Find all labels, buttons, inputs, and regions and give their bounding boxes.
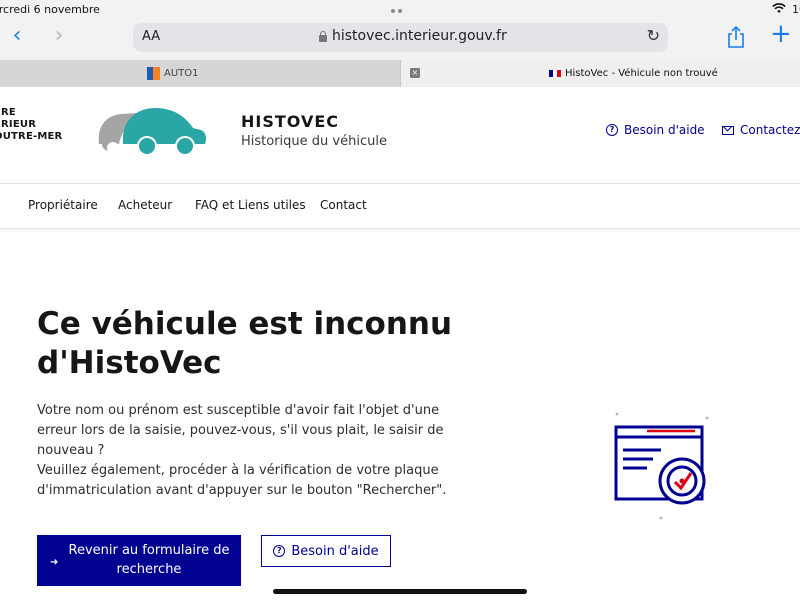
page-title: Ce véhicule est inconnu d'HistoVec bbox=[37, 306, 453, 381]
help-button-label: Besoin d'aide bbox=[291, 543, 379, 559]
mail-icon bbox=[722, 125, 734, 135]
auto1-favicon-icon bbox=[147, 67, 160, 80]
message-paragraph: Veuillez également, procéder à la vérifi… bbox=[37, 463, 447, 498]
brand-subtitle: Historique du véhicule bbox=[241, 134, 387, 149]
contact-link-label: Contactez- bbox=[740, 123, 800, 137]
ministry-line: ÉRIEUR bbox=[0, 119, 37, 130]
message-paragraph: Votre nom ou prénom est susceptible d'av… bbox=[37, 403, 444, 458]
tab-histovec[interactable]: × HistoVec - Véhicule non trouvé bbox=[400, 60, 800, 87]
histovec-car-logo[interactable] bbox=[93, 104, 208, 160]
search-document-illustration bbox=[605, 410, 715, 522]
arrow-right-icon: ➜ bbox=[50, 557, 59, 568]
share-icon[interactable] bbox=[726, 25, 746, 48]
site-header: ÈRE ÉRIEUR OUTRE-MER HISTOVEC Historique… bbox=[0, 87, 800, 184]
brand-title[interactable]: HISTOVEC bbox=[241, 112, 339, 131]
nav-item-faq[interactable]: FAQ et Liens utiles bbox=[195, 198, 306, 212]
wifi-icon bbox=[772, 3, 786, 17]
close-tab-icon[interactable]: × bbox=[410, 68, 420, 78]
ministry-line: OUTRE-MER bbox=[0, 131, 63, 142]
help-button[interactable]: ? Besoin d'aide bbox=[261, 535, 391, 567]
new-tab-icon[interactable]: + bbox=[770, 21, 792, 47]
lock-icon bbox=[319, 31, 327, 42]
tab-bar: AUTO1 × HistoVec - Véhicule non trouvé bbox=[0, 60, 800, 87]
tab-label: HistoVec - Véhicule non trouvé bbox=[565, 68, 718, 79]
back-to-form-label: Revenir au formulaire de recherche bbox=[68, 543, 230, 577]
home-indicator[interactable] bbox=[273, 589, 527, 594]
nav-item-contact[interactable]: Contact bbox=[320, 198, 367, 212]
question-circle-icon: ? bbox=[606, 124, 618, 136]
back-to-form-button[interactable]: ➜ Revenir au formulaire de recherche bbox=[37, 535, 241, 586]
status-bar: ercredi 6 novembre 10 bbox=[0, 0, 800, 26]
error-message: Votre nom ou prénom est susceptible d'av… bbox=[37, 401, 457, 501]
contact-link[interactable]: Contactez- bbox=[722, 123, 800, 137]
nav-item-proprietaire[interactable]: Propriétaire bbox=[28, 198, 98, 212]
battery-level: 10 bbox=[792, 3, 800, 16]
french-flag-icon bbox=[549, 70, 561, 77]
address-bar[interactable]: AA histovec.interieur.gouv.fr ↻ bbox=[133, 23, 668, 52]
reload-icon[interactable]: ↻ bbox=[647, 26, 660, 45]
status-date: ercredi 6 novembre bbox=[0, 3, 100, 16]
ministry-block[interactable]: ÈRE ÉRIEUR OUTRE-MER bbox=[0, 107, 62, 143]
tab-label: AUTO1 bbox=[164, 68, 199, 79]
question-circle-icon: ? bbox=[273, 545, 286, 557]
url-text[interactable]: histovec.interieur.gouv.fr bbox=[332, 28, 507, 44]
main-nav: l Propriétaire Acheteur FAQ et Liens uti… bbox=[0, 184, 800, 229]
browser-toolbar: ‹ › AA histovec.interieur.gouv.fr ↻ + bbox=[0, 20, 800, 60]
multitasking-dots[interactable] bbox=[391, 3, 411, 26]
help-link-label: Besoin d'aide bbox=[624, 123, 705, 137]
nav-item-acheteur[interactable]: Acheteur bbox=[118, 198, 172, 212]
forward-arrow-icon[interactable]: › bbox=[47, 25, 71, 49]
tab-auto1[interactable]: AUTO1 bbox=[0, 60, 400, 87]
back-arrow-icon[interactable]: ‹ bbox=[5, 25, 29, 49]
text-size-button[interactable]: AA bbox=[142, 29, 160, 44]
ministry-line: ÈRE bbox=[0, 107, 16, 118]
help-link[interactable]: ? Besoin d'aide bbox=[606, 123, 705, 137]
